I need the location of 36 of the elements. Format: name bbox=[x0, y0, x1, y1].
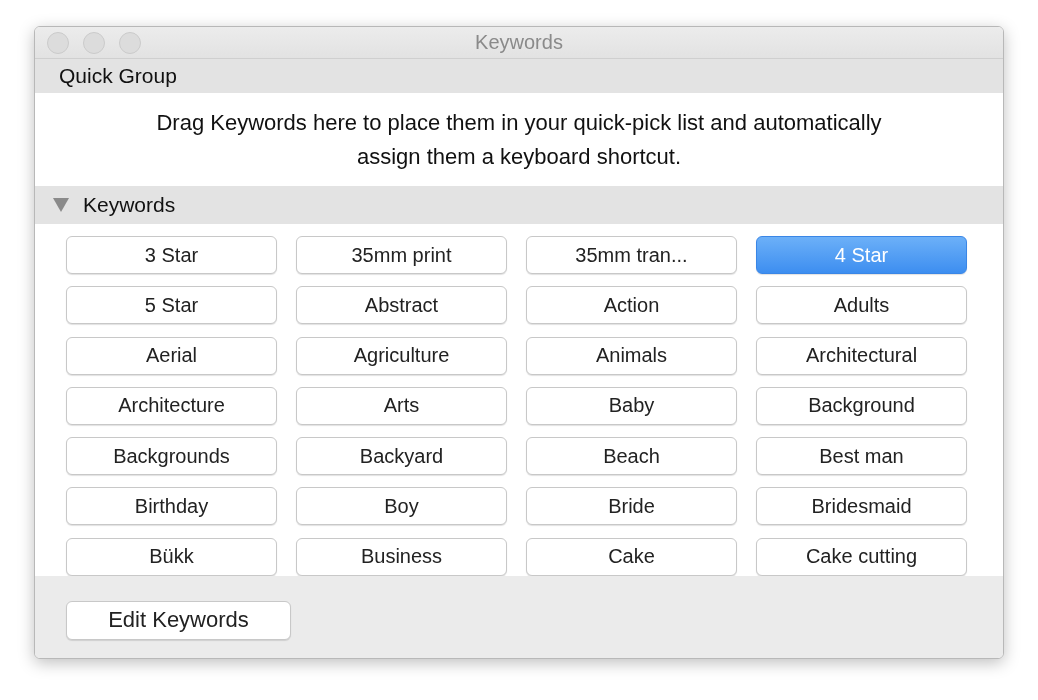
keyword-button[interactable]: Cake cutting bbox=[756, 537, 967, 576]
section-header: Quick Group bbox=[59, 64, 177, 88]
keyword-button[interactable]: 35mm tran... bbox=[526, 236, 737, 274]
close-button[interactable] bbox=[47, 31, 69, 54]
keyword-button[interactable]: Action bbox=[526, 286, 737, 325]
keyword-button[interactable]: Beach bbox=[526, 437, 737, 476]
keyword-button[interactable]: Backgrounds bbox=[66, 437, 277, 476]
keyword-button[interactable]: Boy bbox=[296, 487, 507, 526]
keyword-button[interactable]: Background bbox=[756, 386, 967, 425]
keyword-button[interactable]: Arts bbox=[296, 386, 507, 425]
keyword-button[interactable]: Birthday bbox=[66, 487, 277, 526]
zoom-button[interactable] bbox=[119, 31, 141, 54]
keyword-button[interactable]: Animals bbox=[526, 336, 737, 375]
window-title: Keywords bbox=[475, 31, 563, 53]
keyword-button[interactable]: Agriculture bbox=[296, 336, 507, 375]
keyword-button[interactable]: Business bbox=[296, 537, 507, 576]
keyword-button[interactable]: Bride bbox=[526, 487, 737, 526]
drop-hint: Drag Keywords here to place them in your quick-pick list and automatically assign them a keyboard shortcut. bbox=[155, 108, 883, 171]
keyword-button[interactable]: Adults bbox=[756, 286, 967, 325]
edit-keywords-button[interactable]: Edit Keywords bbox=[66, 600, 291, 640]
disclosure-triangle-icon[interactable] bbox=[53, 198, 69, 212]
keyword-button[interactable]: Architecture bbox=[66, 386, 277, 425]
keyword-button[interactable]: 35mm print bbox=[296, 236, 507, 274]
keyword-button[interactable]: Aerial bbox=[66, 336, 277, 375]
keyword-button[interactable]: Bükk bbox=[66, 537, 277, 576]
section-header: Keywords bbox=[83, 193, 176, 217]
keyword-button[interactable]: Bridesmaid bbox=[756, 487, 967, 526]
keyword-button[interactable]: 3 Star bbox=[66, 236, 277, 274]
keyword-button[interactable]: 5 Star bbox=[66, 286, 277, 325]
keyword-button[interactable]: Backyard bbox=[296, 437, 507, 476]
keyword-button[interactable]: Best man bbox=[756, 437, 967, 476]
keyword-button[interactable]: Cake bbox=[526, 537, 737, 576]
keyword-button[interactable]: Baby bbox=[526, 386, 737, 425]
keyword-button[interactable]: Architectural bbox=[756, 336, 967, 375]
minimize-button[interactable] bbox=[83, 31, 105, 54]
keyword-button[interactable]: Abstract bbox=[296, 286, 507, 325]
